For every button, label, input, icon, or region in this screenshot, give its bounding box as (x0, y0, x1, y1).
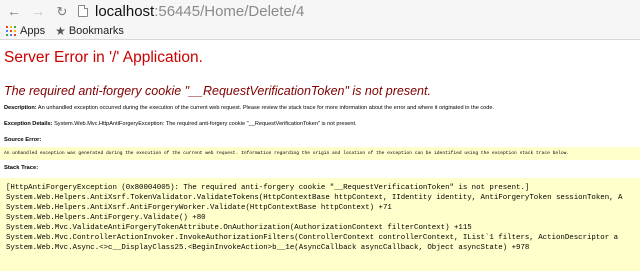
error-page: Server Error in '/' Application. The req… (0, 41, 640, 271)
source-error-text: An unhandled exception was generated dur… (4, 151, 570, 156)
apps-grid-dot (14, 29, 16, 32)
exception-text: System.Web.Mvc.HttpAntiForgeryException:… (54, 121, 357, 127)
exception-label: Exception Details: (4, 121, 53, 127)
reload-icon[interactable]: ↻ (54, 3, 70, 19)
stack-line: System.Web.Mvc.Async.<>c__DisplayClass25… (6, 244, 530, 252)
stack-line: System.Web.Helpers.AntiXsrf.TokenValidat… (6, 194, 623, 202)
stack-line: System.Web.Mvc.ControllerActionInvoker.I… (6, 234, 619, 242)
browser-toolbar: ← → ↻ localhost:56445/Home/Delete/4 (0, 0, 640, 22)
apps-grid-icon (6, 25, 16, 36)
stack-trace-box: [HttpAntiForgeryException (0x80004005): … (0, 178, 640, 271)
description-line: Description: An unhandled exception occu… (4, 105, 494, 111)
stack-line: [HttpAntiForgeryException (0x80004005): … (6, 184, 530, 192)
apps-grid-dot (14, 33, 16, 36)
apps-grid-dot (10, 33, 12, 36)
apps-grid-dot (10, 29, 12, 32)
error-message: The required anti-forgery cookie "__Requ… (4, 84, 431, 98)
source-error-box: An unhandled exception was generated dur… (0, 147, 640, 160)
source-error-label: Source Error: (4, 137, 42, 143)
apps-shortcut[interactable]: Apps (6, 25, 45, 37)
apps-grid-dot (6, 33, 8, 36)
address-bar[interactable]: localhost:56445/Home/Delete/4 (95, 3, 304, 20)
back-arrow-icon[interactable]: ← (6, 3, 22, 19)
stack-line: System.Web.Helpers.AntiXsrf.AntiForgeryW… (6, 204, 392, 212)
description-label: Description: (4, 105, 37, 111)
apps-grid-dot (14, 25, 16, 28)
page-icon (78, 5, 88, 17)
apps-grid-dot (10, 25, 12, 28)
bookmarks-bar: Apps ★ Bookmarks (0, 22, 640, 40)
page-title: Server Error in '/' Application. (4, 49, 203, 66)
apps-grid-dot (6, 29, 8, 32)
bookmarks-shortcut[interactable]: ★ Bookmarks (51, 24, 124, 38)
apps-grid-dot (6, 25, 8, 28)
description-text: An unhandled exception occurred during t… (37, 105, 495, 111)
url-host: localhost (95, 2, 155, 20)
apps-label: Apps (20, 24, 46, 37)
forward-arrow-icon[interactable]: → (30, 3, 46, 19)
url-path: :56445/Home/Delete/4 (154, 2, 305, 20)
stack-line: System.Web.Helpers.AntiForgery.Validate(… (6, 214, 206, 222)
stack-line: System.Web.Mvc.ValidateAntiForgeryTokenA… (6, 224, 472, 232)
bookmarks-label: Bookmarks (68, 24, 124, 37)
star-icon: ★ (55, 23, 66, 38)
exception-details-line: Exception Details: System.Web.Mvc.HttpAn… (4, 121, 357, 127)
stack-trace-label: Stack Trace: (4, 165, 39, 171)
